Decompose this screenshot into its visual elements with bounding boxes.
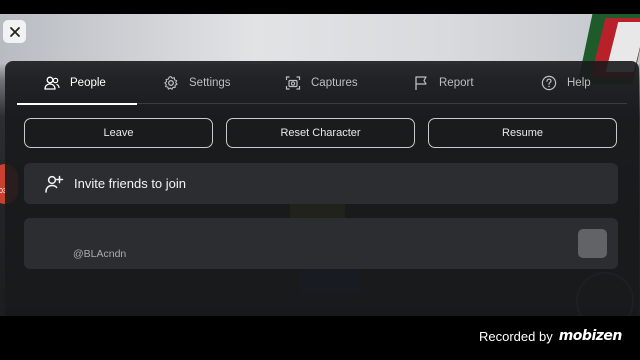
resume-button[interactable]: Resume: [428, 118, 617, 148]
sky: [0, 14, 640, 64]
tab-label: Captures: [311, 76, 358, 89]
watermark-prefix: Recorded by: [479, 328, 553, 344]
leave-button[interactable]: Leave: [24, 118, 213, 148]
help-icon: [541, 75, 557, 90]
tab-bar: People Settings Captures Report Help: [17, 61, 627, 105]
gear-icon: [164, 75, 178, 90]
add-person-icon: [45, 175, 64, 193]
tab-label: People: [70, 76, 106, 89]
flag-icon: [415, 75, 427, 90]
close-button[interactable]: [3, 20, 26, 43]
invite-friends-button[interactable]: Invite friends to join: [24, 163, 618, 204]
tab-help[interactable]: Help: [541, 61, 591, 104]
tab-people[interactable]: People: [17, 61, 137, 105]
game-menu: People Settings Captures Report Help Lea…: [5, 61, 639, 316]
action-buttons: Leave Reset Character Resume: [24, 118, 618, 149]
tab-label: Report: [439, 76, 474, 89]
player-action-button[interactable]: [578, 229, 607, 258]
people-icon: [44, 76, 60, 90]
tab-captures[interactable]: Captures: [285, 61, 358, 104]
tab-report[interactable]: Report: [413, 61, 474, 104]
camera-icon: [285, 75, 301, 90]
player-row[interactable]: @BLAcndn: [24, 218, 618, 269]
tab-settings[interactable]: Settings: [163, 61, 231, 104]
reset-character-button[interactable]: Reset Character: [226, 118, 415, 148]
watermark-brand: mobizen: [558, 328, 623, 344]
tab-label: Help: [567, 76, 591, 89]
invite-label: Invite friends to join: [74, 176, 187, 191]
recorder-watermark: Recorded by mobizen: [479, 328, 622, 344]
close-icon: [9, 26, 20, 37]
player-username: @BLAcndn: [73, 248, 127, 260]
letterbox-top: [0, 0, 640, 14]
tab-label: Settings: [189, 76, 231, 89]
